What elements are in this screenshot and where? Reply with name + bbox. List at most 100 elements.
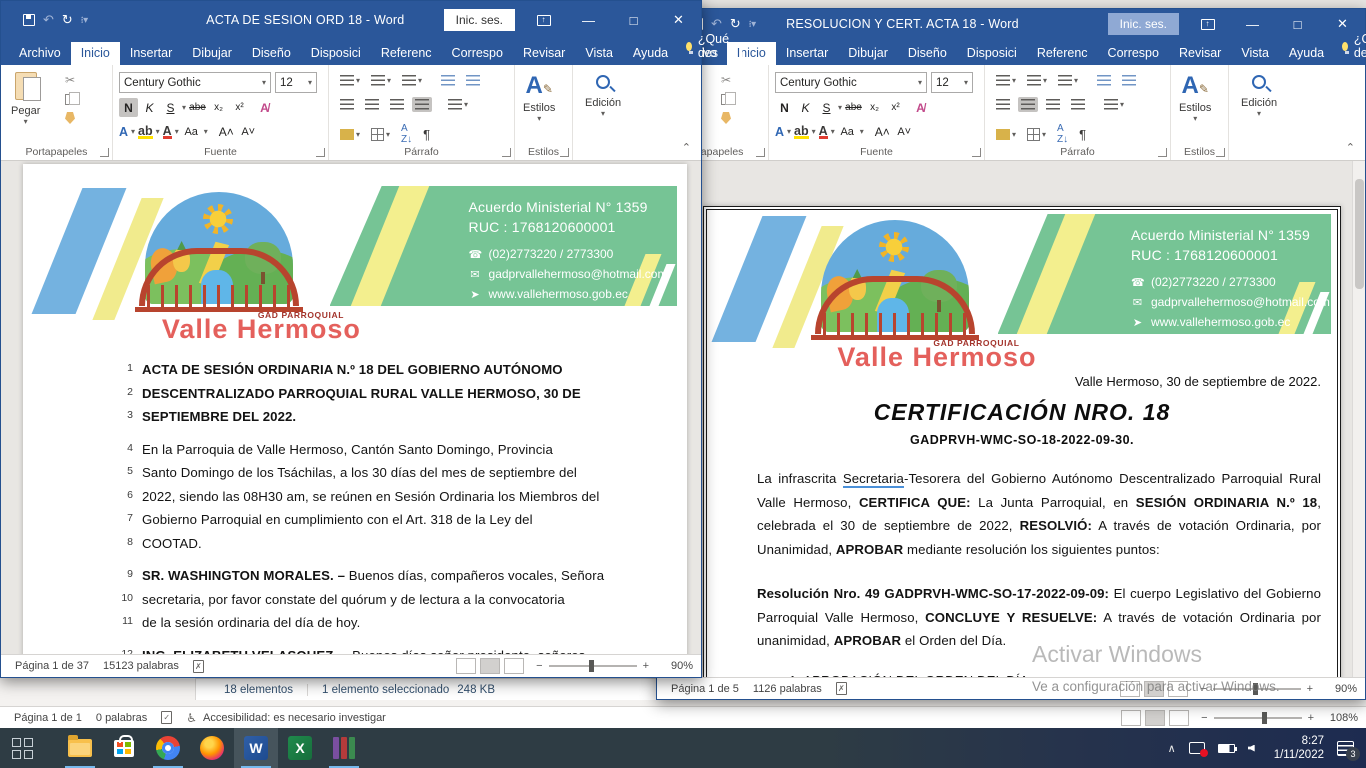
paste-button[interactable]: Pegar ▾ bbox=[11, 72, 40, 126]
right-document-page[interactable]: Valle HermosoGAD PARROQUIAL Acuerdo Mini… bbox=[703, 206, 1341, 677]
customize-qat-icon[interactable]: ᎒▾ bbox=[749, 18, 756, 31]
right-document-area[interactable]: Valle HermosoGAD PARROQUIAL Acuerdo Mini… bbox=[657, 161, 1365, 677]
zoom-slider[interactable] bbox=[1214, 717, 1302, 719]
font-color-icon[interactable]: A bbox=[819, 124, 828, 139]
zoom-out-button[interactable]: − bbox=[536, 660, 542, 672]
background-zoom-level[interactable]: 108% bbox=[1324, 712, 1358, 724]
proofing-error-icon[interactable]: ✗ bbox=[193, 660, 204, 673]
text-effects-icon[interactable]: A bbox=[775, 125, 784, 139]
pilcrow-button[interactable]: ¶ bbox=[1076, 125, 1089, 144]
tell-me-search[interactable]: ¿Qué des bbox=[678, 32, 740, 65]
superscript-button[interactable]: x² bbox=[230, 98, 249, 117]
grow-font-button[interactable]: A˄ bbox=[873, 122, 892, 141]
tab-revisar[interactable]: Revisar bbox=[1169, 42, 1231, 65]
save-icon[interactable] bbox=[23, 14, 35, 26]
tab-archivo[interactable]: Archivo bbox=[9, 42, 71, 65]
align-left-button[interactable] bbox=[337, 97, 357, 112]
background-page-indicator[interactable]: Página 1 de 1 bbox=[14, 712, 82, 724]
tab-correspo[interactable]: Correspo bbox=[1098, 42, 1169, 65]
tab-vista[interactable]: Vista bbox=[575, 42, 623, 65]
maximize-button[interactable]: □ bbox=[1275, 9, 1320, 39]
borders-button[interactable]: ▾ bbox=[1024, 126, 1049, 143]
read-mode-icon[interactable] bbox=[1121, 710, 1141, 726]
line-spacing-button[interactable]: ▾ bbox=[1101, 97, 1127, 112]
font-dialog-launcher[interactable] bbox=[316, 148, 325, 157]
format-painter-icon[interactable] bbox=[721, 112, 731, 124]
clipboard-dialog-launcher[interactable] bbox=[100, 148, 109, 157]
underline-button[interactable]: S bbox=[817, 98, 836, 117]
left-page-indicator[interactable]: Página 1 de 37 bbox=[15, 660, 89, 672]
web-layout-icon[interactable] bbox=[1169, 710, 1189, 726]
sign-in-button[interactable]: Inic. ses. bbox=[444, 9, 515, 31]
right-page-indicator[interactable]: Página 1 de 5 bbox=[671, 683, 739, 695]
customize-qat-icon[interactable]: ᎒▾ bbox=[81, 14, 88, 27]
clipboard-dialog-launcher[interactable] bbox=[756, 148, 765, 157]
tab-diseño[interactable]: Diseño bbox=[898, 42, 957, 65]
align-right-button[interactable] bbox=[387, 97, 407, 112]
bullet-list-button[interactable]: ▾ bbox=[337, 73, 363, 88]
increase-indent-button[interactable] bbox=[1119, 73, 1139, 88]
tab-dibujar[interactable]: Dibujar bbox=[182, 42, 242, 65]
align-center-button[interactable] bbox=[362, 97, 382, 112]
superscript-button[interactable]: x² bbox=[886, 98, 905, 117]
line-spacing-button[interactable]: ▾ bbox=[445, 97, 471, 112]
clear-formatting-icon[interactable]: A̸ bbox=[911, 98, 930, 117]
ribbon-display-options-icon[interactable]: ↑ bbox=[1185, 9, 1230, 39]
tab-correspo[interactable]: Correspo bbox=[442, 42, 513, 65]
sort-button[interactable]: AZ↓ bbox=[398, 121, 415, 147]
subscript-button[interactable]: x₂ bbox=[209, 98, 228, 117]
multilevel-list-button[interactable]: ▾ bbox=[1055, 73, 1081, 88]
collapse-ribbon-icon[interactable]: ⌃ bbox=[682, 141, 691, 154]
numbered-list-button[interactable]: ▾ bbox=[1024, 73, 1050, 88]
display-alert-icon[interactable] bbox=[1189, 742, 1205, 754]
text-effects-icon[interactable]: A bbox=[119, 125, 128, 139]
borders-button[interactable]: ▾ bbox=[368, 126, 393, 143]
change-case-button[interactable]: Aa bbox=[182, 122, 201, 141]
taskbar-winrar[interactable] bbox=[322, 728, 366, 768]
left-document-page[interactable]: Valle HermosoGAD PARROQUIAL Acuerdo Mini… bbox=[23, 164, 687, 654]
taskbar-file-explorer[interactable] bbox=[58, 728, 102, 768]
left-document-area[interactable]: Valle HermosoGAD PARROQUIAL Acuerdo Mini… bbox=[1, 161, 701, 654]
grow-font-button[interactable]: A˄ bbox=[217, 122, 236, 141]
tab-disposici[interactable]: Disposici bbox=[301, 42, 371, 65]
maximize-button[interactable]: □ bbox=[611, 1, 656, 39]
align-left-button[interactable] bbox=[993, 97, 1013, 112]
tab-diseño[interactable]: Diseño bbox=[242, 42, 301, 65]
ribbon-display-options-icon[interactable]: ↑ bbox=[521, 1, 566, 39]
styles-button[interactable]: A✎ Estilos ▾ bbox=[523, 73, 555, 123]
tab-referenc[interactable]: Referenc bbox=[1027, 42, 1098, 65]
sign-in-button[interactable]: Inic. ses. bbox=[1108, 13, 1179, 35]
multilevel-list-button[interactable]: ▾ bbox=[399, 73, 425, 88]
taskbar-firefox[interactable] bbox=[190, 728, 234, 768]
zoom-out-button[interactable]: − bbox=[1201, 712, 1207, 724]
styles-dialog-launcher[interactable] bbox=[1216, 148, 1225, 157]
font-size-select[interactable]: 12 ▾ bbox=[275, 72, 317, 93]
left-zoom-level[interactable]: 90% bbox=[659, 660, 693, 672]
zoom-in-button[interactable]: + bbox=[643, 660, 649, 672]
bold-button[interactable]: N bbox=[119, 98, 138, 117]
start-button[interactable] bbox=[0, 728, 44, 768]
background-word-count[interactable]: 0 palabras bbox=[96, 712, 147, 724]
highlight-color-icon[interactable]: ab bbox=[138, 124, 153, 139]
paragraph-dialog-launcher[interactable] bbox=[1158, 148, 1167, 157]
accessibility-status[interactable]: ♿Accesibilidad: es necesario investigar bbox=[186, 711, 386, 725]
subscript-button[interactable]: x₂ bbox=[865, 98, 884, 117]
paragraph-dialog-launcher[interactable] bbox=[502, 148, 511, 157]
left-title-bar[interactable]: ↶ ↻ ᎒▾ ACTA DE SESION ORD 18 - Word Inic… bbox=[1, 1, 701, 39]
redo-icon[interactable]: ↻ bbox=[62, 12, 73, 28]
underline-button[interactable]: S bbox=[161, 98, 180, 117]
minimize-button[interactable]: — bbox=[566, 1, 611, 39]
shading-button[interactable]: ▾ bbox=[337, 127, 363, 142]
tab-vista[interactable]: Vista bbox=[1231, 42, 1279, 65]
tab-ayuda[interactable]: Ayuda bbox=[1279, 42, 1334, 65]
editing-button[interactable]: Edición ▾ bbox=[585, 75, 621, 118]
redo-icon[interactable]: ↻ bbox=[730, 16, 741, 32]
right-vertical-scrollbar[interactable] bbox=[1352, 161, 1365, 677]
tab-insertar[interactable]: Insertar bbox=[120, 42, 182, 65]
italic-button[interactable]: K bbox=[796, 98, 815, 117]
sort-button[interactable]: AZ↓ bbox=[1054, 121, 1071, 147]
tray-clock[interactable]: 8:27 1/11/2022 bbox=[1274, 734, 1324, 762]
cut-icon[interactable]: ✂ bbox=[721, 73, 731, 87]
right-zoom-level[interactable]: 90% bbox=[1323, 683, 1357, 695]
align-center-button[interactable] bbox=[1018, 97, 1038, 112]
